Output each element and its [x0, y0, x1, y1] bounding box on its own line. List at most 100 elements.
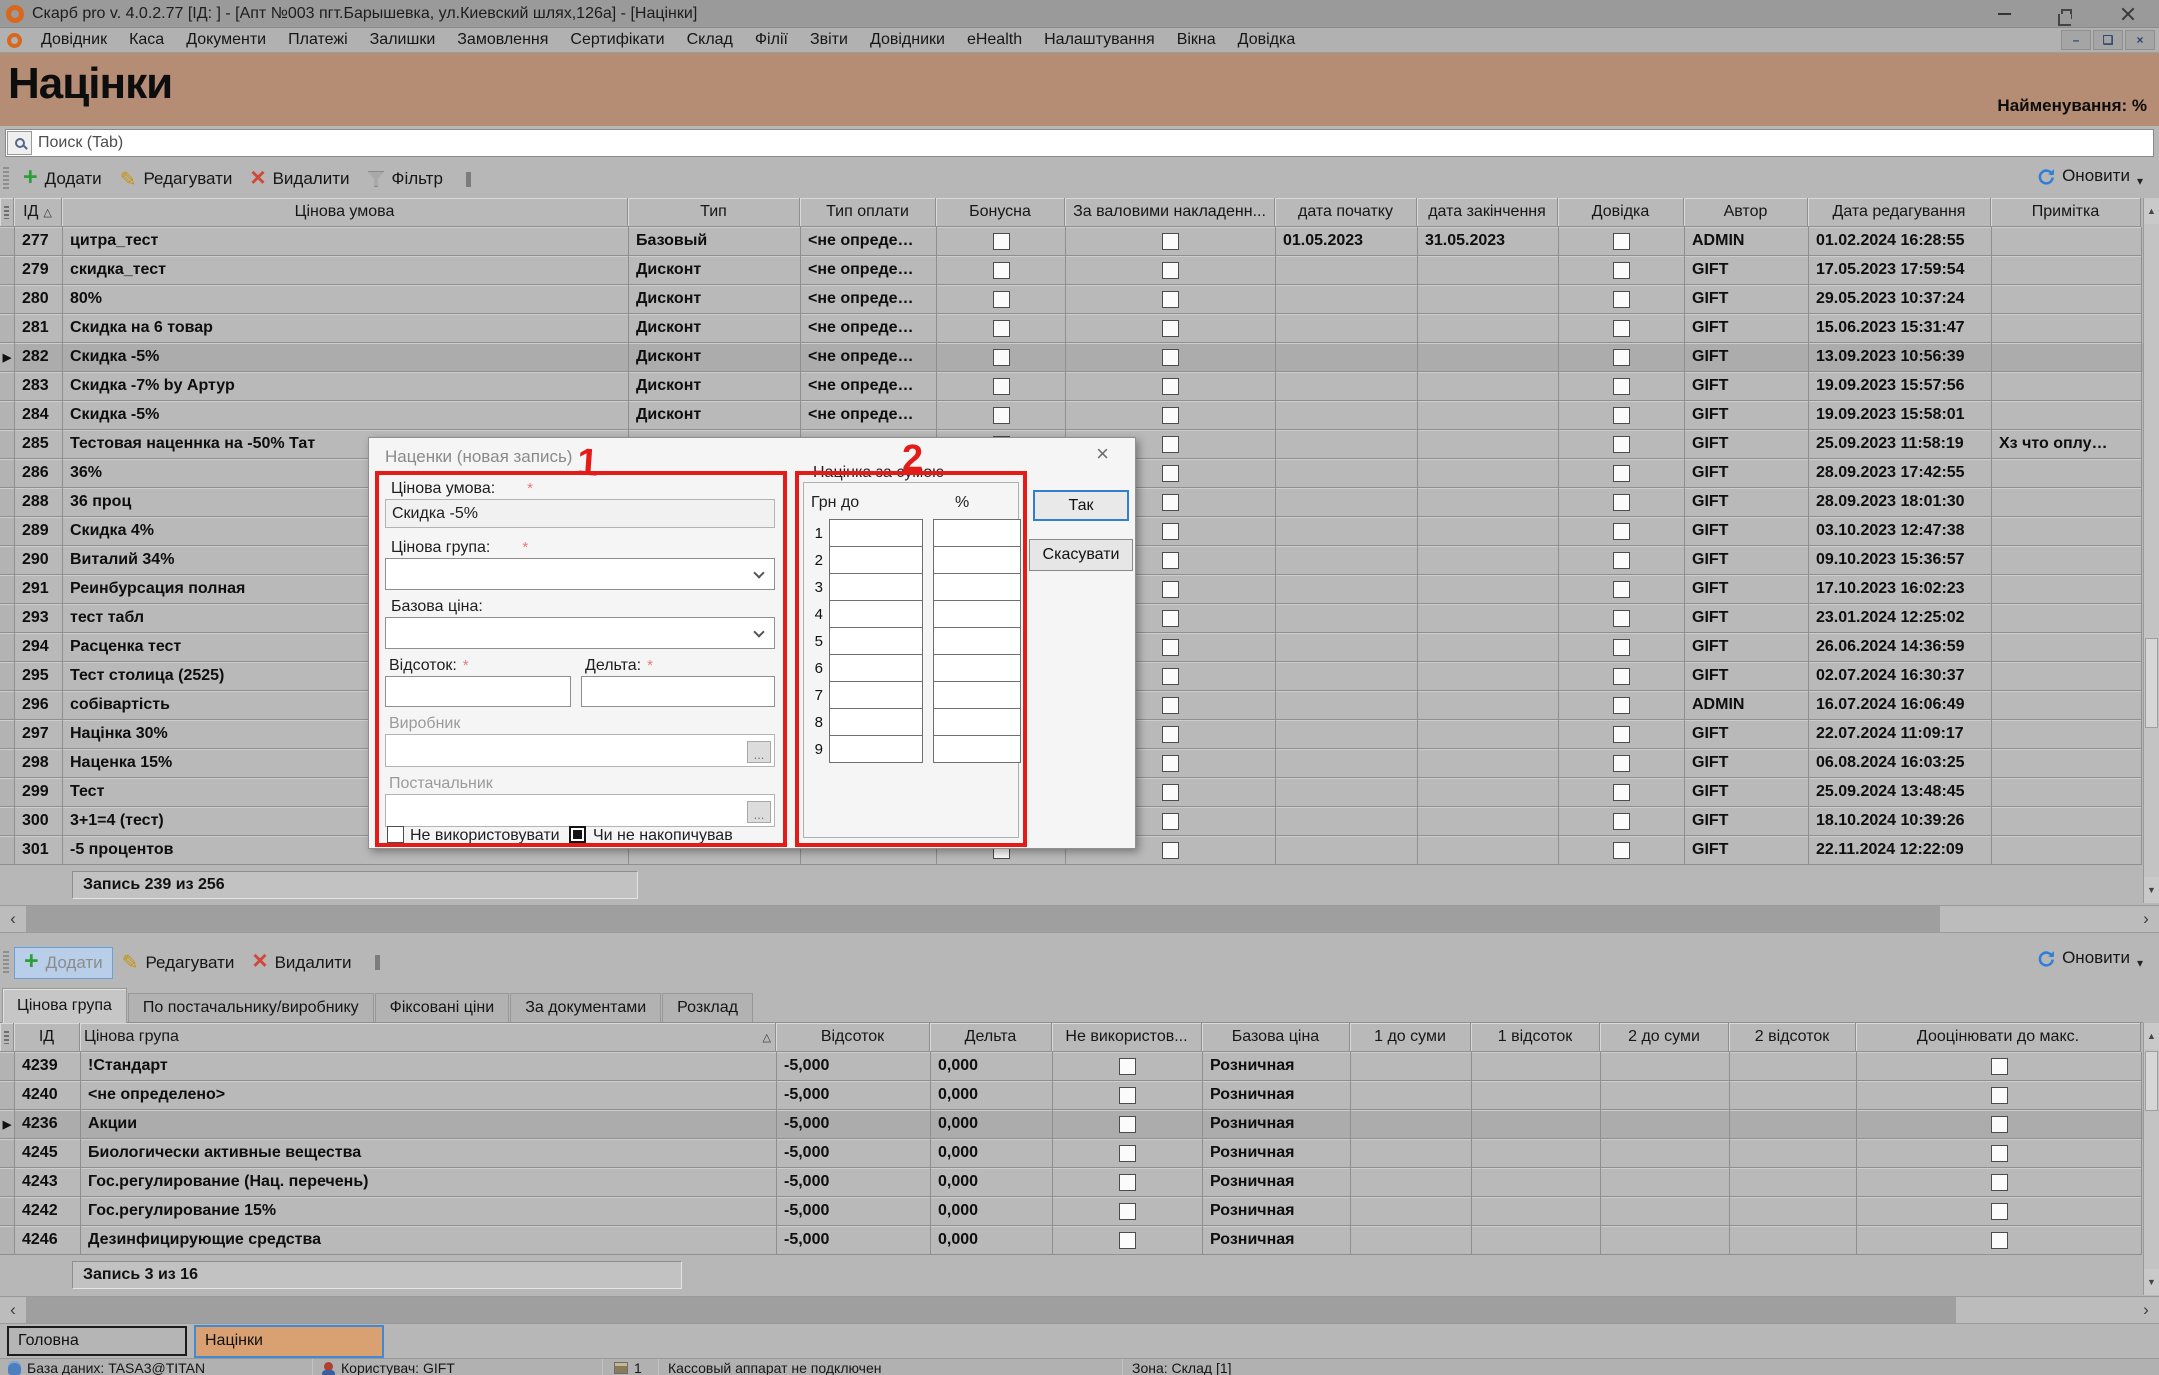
- add-button[interactable]: Додати: [14, 164, 111, 194]
- col-price-group[interactable]: Цінова група: [80, 1023, 776, 1052]
- scroll-thumb[interactable]: [26, 1297, 1956, 1323]
- col-percent1[interactable]: 1 відсоток: [1471, 1023, 1600, 1052]
- minimize-button[interactable]: [1973, 0, 2035, 27]
- not-used-checkbox[interactable]: [1119, 1087, 1136, 1104]
- reference-checkbox[interactable]: [1613, 262, 1630, 279]
- sum-input[interactable]: [829, 600, 923, 628]
- percent-input[interactable]: [933, 573, 1021, 601]
- columns-button[interactable]: [452, 168, 485, 191]
- mdi-restore-button[interactable]: ❏: [2093, 30, 2123, 50]
- percent-input[interactable]: [385, 676, 571, 707]
- gross-checkbox[interactable]: [1162, 697, 1179, 714]
- reference-checkbox[interactable]: [1613, 697, 1630, 714]
- table-row[interactable]: 4246 Дезинфицирующие средства -5,000 0,0…: [0, 1226, 2143, 1255]
- gross-checkbox[interactable]: [1162, 407, 1179, 424]
- reference-checkbox[interactable]: [1613, 552, 1630, 569]
- max-markup-checkbox[interactable]: [1991, 1145, 2008, 1162]
- percent-input[interactable]: [933, 546, 1021, 574]
- menu-item[interactable]: Вікна: [1166, 31, 1227, 49]
- sum-input[interactable]: [829, 519, 923, 547]
- base-price-select[interactable]: [385, 617, 775, 649]
- sum-input[interactable]: [829, 654, 923, 682]
- mdi-minimize-button[interactable]: –: [2061, 30, 2091, 50]
- max-markup-checkbox[interactable]: [1991, 1058, 2008, 1075]
- reference-checkbox[interactable]: [1613, 349, 1630, 366]
- reference-checkbox[interactable]: [1613, 755, 1630, 772]
- gross-checkbox[interactable]: [1162, 523, 1179, 540]
- tab-schedule[interactable]: Розклад: [662, 993, 753, 1022]
- gross-checkbox[interactable]: [1162, 668, 1179, 685]
- menu-item[interactable]: Філії: [744, 31, 799, 49]
- filter-button[interactable]: Фільтр: [359, 165, 452, 193]
- scroll-thumb[interactable]: [2145, 638, 2158, 728]
- table-row[interactable]: 280 80% Дисконт <не опреде… GIFT 29.05.2…: [0, 285, 2143, 314]
- col-price-condition[interactable]: Цінова умова: [62, 198, 628, 227]
- close-button[interactable]: [2097, 0, 2159, 27]
- scroll-down-icon[interactable]: [2144, 877, 2159, 903]
- bonus-checkbox[interactable]: [993, 407, 1010, 424]
- add-button-bottom[interactable]: Додати: [14, 947, 113, 979]
- vertical-scrollbar-top[interactable]: [2143, 198, 2159, 903]
- menu-item[interactable]: Каса: [118, 31, 175, 49]
- col-sum1[interactable]: 1 до суми: [1350, 1023, 1471, 1052]
- menu-item[interactable]: Налаштування: [1033, 31, 1166, 49]
- supplier-input[interactable]: ...: [385, 794, 775, 827]
- table-row[interactable]: 283 Скидка -7% by Артур Дисконт <не опре…: [0, 372, 2143, 401]
- horizontal-scrollbar-bottom[interactable]: [0, 1296, 2159, 1324]
- window-tab-home[interactable]: Головна: [7, 1326, 187, 1356]
- col-percent[interactable]: Відсоток: [776, 1023, 930, 1052]
- tab-by-documents[interactable]: За документами: [510, 993, 661, 1022]
- bonus-checkbox[interactable]: [993, 291, 1010, 308]
- gross-checkbox[interactable]: [1162, 465, 1179, 482]
- not-used-checkbox[interactable]: [1119, 1174, 1136, 1191]
- percent-input[interactable]: [933, 600, 1021, 628]
- bonus-checkbox[interactable]: [993, 233, 1010, 250]
- search-input[interactable]: [33, 133, 2153, 153]
- table-row[interactable]: 4239 !Стандарт -5,000 0,000 Розничная: [0, 1052, 2143, 1081]
- gross-checkbox[interactable]: [1162, 610, 1179, 627]
- gross-checkbox[interactable]: [1162, 784, 1179, 801]
- reference-checkbox[interactable]: [1613, 494, 1630, 511]
- col-base-price[interactable]: Базова ціна: [1202, 1023, 1350, 1052]
- bonus-checkbox[interactable]: [993, 320, 1010, 337]
- scroll-up-icon[interactable]: [2144, 1023, 2159, 1049]
- gross-checkbox[interactable]: [1162, 755, 1179, 772]
- manufacturer-input[interactable]: ...: [385, 734, 775, 767]
- menu-item[interactable]: Склад: [676, 31, 744, 49]
- dialog-close-button[interactable]: [1096, 444, 1109, 464]
- menu-item[interactable]: Документи: [175, 31, 277, 49]
- table-row[interactable]: 4243 Гос.регулирование (Нац. перечень) -…: [0, 1168, 2143, 1197]
- table-row[interactable]: 281 Скидка на 6 товар Дисконт <не опреде…: [0, 314, 2143, 343]
- not-used-checkbox[interactable]: [1119, 1058, 1136, 1075]
- manufacturer-lookup-button[interactable]: ...: [747, 741, 771, 763]
- scroll-right-icon[interactable]: [2133, 1297, 2159, 1323]
- reference-checkbox[interactable]: [1613, 581, 1630, 598]
- col-percent2[interactable]: 2 відсоток: [1729, 1023, 1856, 1052]
- reference-checkbox[interactable]: [1613, 465, 1630, 482]
- col-delta[interactable]: Дельта: [930, 1023, 1052, 1052]
- menu-item[interactable]: Довідка: [1227, 31, 1307, 49]
- percent-input[interactable]: [933, 654, 1021, 682]
- col-type[interactable]: Тип: [628, 198, 800, 227]
- not-accumulated-checkbox[interactable]: [569, 826, 586, 843]
- menu-item[interactable]: Сертифікати: [559, 31, 675, 49]
- sum-input[interactable]: [829, 546, 923, 574]
- reference-checkbox[interactable]: [1613, 813, 1630, 830]
- scroll-left-icon[interactable]: [0, 906, 26, 932]
- delete-button[interactable]: Видалити: [241, 164, 358, 195]
- table-row[interactable]: 4245 Биологически активные вещества -5,0…: [0, 1139, 2143, 1168]
- col-author[interactable]: Автор: [1684, 198, 1808, 227]
- col-gross[interactable]: За валовими накладенн...: [1065, 198, 1275, 227]
- col-date-end[interactable]: дата закінчення: [1417, 198, 1558, 227]
- scroll-down-icon[interactable]: [2144, 1269, 2159, 1295]
- gross-checkbox[interactable]: [1162, 262, 1179, 279]
- gross-checkbox[interactable]: [1162, 813, 1179, 830]
- sum-input[interactable]: [829, 573, 923, 601]
- vertical-scrollbar-bottom[interactable]: [2143, 1023, 2159, 1295]
- percent-input[interactable]: [933, 627, 1021, 655]
- horizontal-scrollbar-top[interactable]: [0, 905, 2159, 933]
- reference-checkbox[interactable]: [1613, 233, 1630, 250]
- reference-checkbox[interactable]: [1613, 610, 1630, 627]
- edit-button[interactable]: Редагувати: [111, 163, 242, 196]
- delete-button-bottom[interactable]: Видалити: [243, 947, 360, 978]
